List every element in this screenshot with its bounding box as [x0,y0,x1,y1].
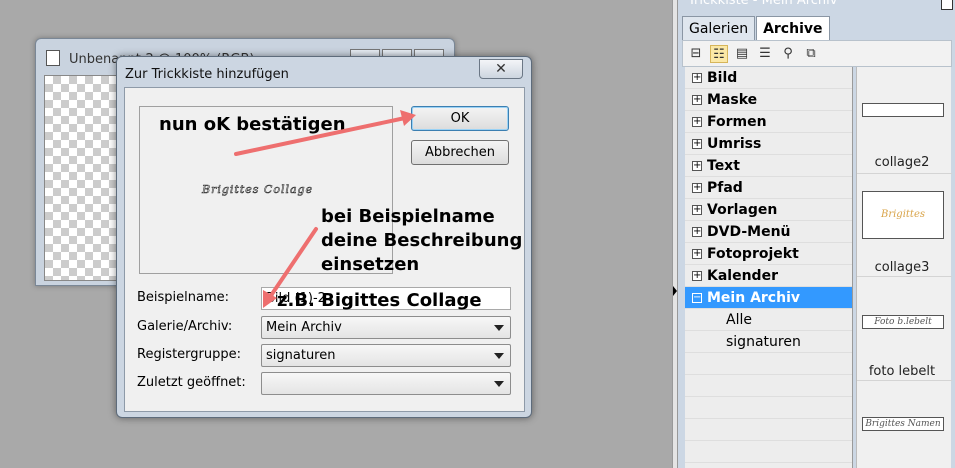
tree-item-label: DVD-Menü [707,224,791,240]
thumbnail-list: collage2 Brigittes Collage collage3 Foto b.… [856,67,952,468]
tree-item-label: Vorlagen [707,202,778,218]
panel-toolbar: ⊟ ☷ ▤ ☰ ⚲ ⧉ [682,40,952,67]
collapse-icon[interactable]: − [692,293,702,303]
last-opened-select[interactable] [261,372,511,395]
tree-item-kalender[interactable]: + Kalender [685,265,852,287]
collapse-arrow-icon[interactable] [673,286,677,296]
expand-icon[interactable]: + [692,95,702,105]
tree-item-label: Fotoprojekt [707,246,799,262]
tree-item-pfad[interactable]: + Pfad [685,177,852,199]
expand-icon[interactable]: + [692,183,702,193]
thumbnail-divider [857,173,952,174]
annotation-example: z.B. Bigittes Collage [277,290,482,311]
annotation-describe-line2: deine Beschreibung [321,230,523,251]
archive-tree: + Bild + Maske + Formen + Umriss + Text + Pfad + Vorl… [685,67,853,468]
tree-empty-row [685,441,852,463]
annotation-describe-line3: einsetzen [321,254,420,275]
tree-item-text[interactable]: + Text [685,155,852,177]
tree-subitem-alle[interactable]: Alle [685,309,852,331]
document-icon [46,50,60,66]
panel-title: Trickkiste - Mein Archiv [688,0,838,8]
chevron-down-icon [494,381,504,387]
gallery-select-value: Mein Archiv [266,320,342,335]
expand-icon[interactable]: + [692,73,702,83]
tree-empty-row [685,419,852,441]
expand-icon[interactable]: + [692,117,702,127]
tree-view-icon[interactable]: ☷ [710,44,728,63]
expand-icon[interactable]: + [692,271,702,281]
tree-empty-row [685,375,852,397]
example-name-label: Beispielname: [137,290,230,305]
cancel-button[interactable]: Abbrechen [411,140,509,165]
tree-item-maske[interactable]: + Maske [685,89,852,111]
thumbnail-preview[interactable] [862,103,944,117]
thumbnail-preview[interactable]: Brigittes Collage [862,191,944,239]
expand-icon[interactable]: + [692,249,702,259]
tree-empty-row [685,397,852,419]
register-group-label: Registergruppe: [137,347,242,362]
chevron-down-icon [494,353,504,359]
trickbox-panel: Trickkiste - Mein Archiv Galerien Archiv… [678,0,955,468]
preview-signature: Brigittes Collage [202,183,314,197]
tree-item-label: Bild [707,70,738,86]
tree-item-label: Umriss [707,136,762,152]
tree-item-umriss[interactable]: + Umriss [685,133,852,155]
tab-galerien[interactable]: Galerien [682,16,756,40]
tree-item-fotoprojekt[interactable]: + Fotoprojekt [685,243,852,265]
thumbnail-divider [857,276,952,277]
thumbnail-preview[interactable]: Brigittes Namen [862,417,944,431]
search-icon[interactable]: ⚲ [779,45,797,63]
register-group-select-value: signaturen [266,348,336,363]
tab-archive[interactable]: Archive [756,16,830,40]
tree-item-label: Pfad [707,180,743,196]
expand-icon[interactable]: + [692,205,702,215]
tree-item-label: Mein Archiv [707,290,800,306]
tree-empty-row [685,353,852,375]
tree-item-bild[interactable]: + Bild [685,67,852,89]
transparent-canvas[interactable] [44,75,119,281]
list-view-icon[interactable]: ▤ [733,45,751,63]
tree-item-label: Text [707,158,740,174]
tree-item-label: Kalender [707,268,778,284]
tree-subitem-signaturen[interactable]: signaturen [685,331,852,353]
thumbnail-preview[interactable]: Foto b.lebelt [862,315,944,329]
thumbnail-divider [857,380,952,381]
thumbnail-caption: collage3 [874,260,930,275]
lock-box-icon[interactable]: ⊟ [687,45,705,63]
annotation-confirm: nun oK bestätigen [159,114,346,135]
annotation-describe-line1: bei Beispielname [321,206,495,227]
gallery-label: Galerie/Archiv: [137,319,233,334]
expand-icon[interactable]: + [692,227,702,237]
panel-close-button[interactable] [941,0,953,10]
tree-item-label: Formen [707,114,767,130]
tree-item-formen[interactable]: + Formen [685,111,852,133]
tree-item-mein-archiv[interactable]: − Mein Archiv [685,287,852,309]
tree-subitem-label: signaturen [726,334,801,350]
thumbnail-caption: foto lebelt [868,364,936,379]
dialog-title: Zur Trickkiste hinzufügen [125,67,289,82]
properties-icon[interactable]: ☰ [756,45,774,63]
tree-item-vorlagen[interactable]: + Vorlagen [685,199,852,221]
ok-button[interactable]: OK [411,106,509,131]
last-opened-label: Zuletzt geöffnet: [137,375,246,390]
register-group-select[interactable]: signaturen [261,344,511,367]
tree-subitem-label: Alle [726,312,752,328]
dialog-close-button[interactable]: ✕ [479,59,523,79]
expand-icon[interactable]: + [692,139,702,149]
tree-item-dvd-menü[interactable]: + DVD-Menü [685,221,852,243]
expand-icon[interactable]: + [692,161,702,171]
thumbnail-caption: collage2 [874,155,930,170]
chevron-down-icon [494,325,504,331]
copy-icon[interactable]: ⧉ [802,45,820,63]
gallery-select[interactable]: Mein Archiv [261,316,511,339]
tree-item-label: Maske [707,92,758,108]
close-icon: ✕ [495,61,507,77]
panel-tabs: Galerien Archive [682,16,831,40]
